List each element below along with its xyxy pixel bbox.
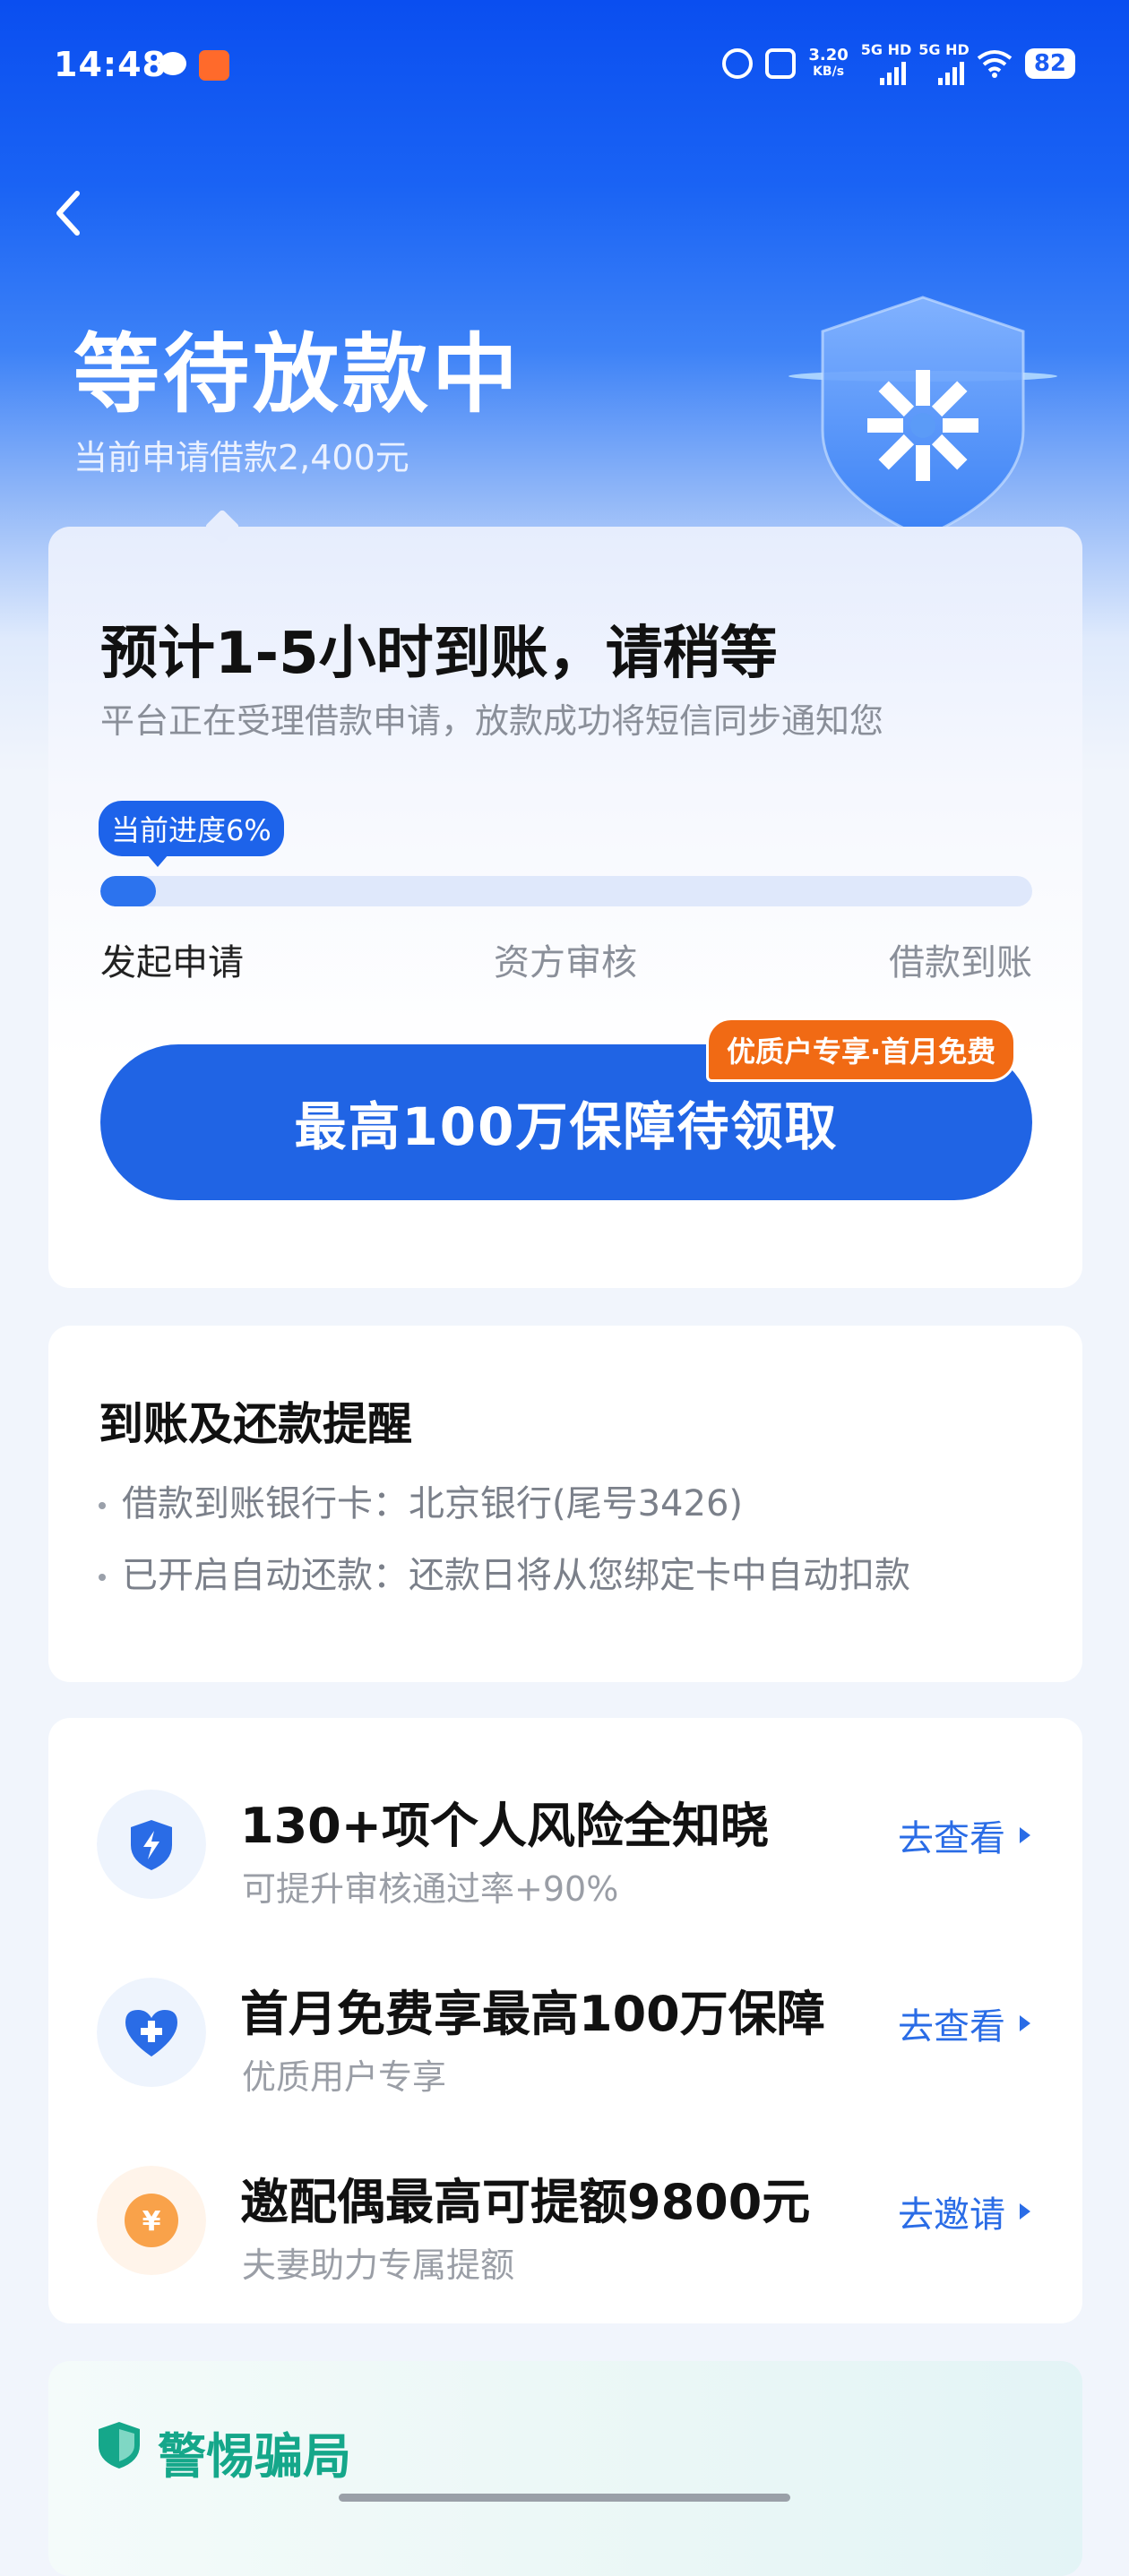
service-subtitle: 夫妻助力专属提额	[242, 2245, 515, 2285]
view-link[interactable]: 去查看	[898, 1809, 1030, 1861]
view-link[interactable]: 去查看	[898, 1997, 1030, 2049]
status-icons: 3.20 KB/s 5G HD 5G HD 82	[722, 41, 1075, 85]
heart-plus-icon	[97, 1978, 206, 2087]
reminder-title: 到账及还款提醒	[99, 1398, 412, 1450]
signal-1-label: 5G HD	[860, 41, 912, 58]
progress-fill	[100, 876, 157, 906]
shield-check-icon	[99, 2422, 140, 2469]
view-link-label: 去查看	[898, 2006, 1005, 2048]
chat-notification-icon	[159, 52, 186, 75]
status-time: 14:48	[54, 45, 167, 84]
invite-link-label: 去邀请	[898, 2194, 1005, 2236]
signal-2-label: 5G HD	[918, 41, 970, 58]
signal-bars-icon	[880, 58, 907, 85]
loan-amount-subtitle: 当前申请借款2,400元	[73, 438, 409, 477]
arrow-right-icon	[1020, 2203, 1030, 2220]
service-row-risk-report[interactable]: 130+项个人风险全知晓 可提升审核通过率+90% 去查看	[48, 1765, 1082, 1944]
signal-2: 5G HD	[918, 41, 970, 85]
mute-icon	[765, 47, 797, 79]
battery-indicator: 82	[1024, 47, 1075, 79]
fraud-warning-card[interactable]: 警惕骗局	[48, 2361, 1082, 2576]
service-subtitle: 优质用户专享	[242, 2057, 447, 2097]
alarm-icon	[722, 47, 754, 79]
signal-bars-icon	[937, 58, 964, 85]
step-arrival: 借款到账	[889, 942, 1032, 983]
reminder-bank-card: 借款到账银行卡：北京银行(尾号3426)	[99, 1474, 743, 1526]
service-subtitle: 可提升审核通过率+90%	[242, 1869, 619, 1909]
net-speed: 3.20 KB/s	[808, 47, 848, 80]
progress-bar	[100, 876, 1032, 906]
service-title: 邀配偶最高可提额9800元	[240, 2174, 811, 2230]
service-row-insurance[interactable]: 首月免费享最高100万保障 优质用户专享 去查看	[48, 1953, 1082, 2132]
reminder-bank-text: 借款到账银行卡：北京银行(尾号3426)	[122, 1483, 744, 1524]
bullet-dot	[99, 1502, 106, 1509]
reminder-auto-repay: 已开启自动还款：还款日将从您绑定卡中自动扣款	[99, 1546, 910, 1598]
shield-logo-icon	[789, 296, 1057, 539]
shield-lightning-icon	[97, 1790, 206, 1899]
progress-card: 预计1-5小时到账，请稍等 平台正在受理借款申请，放款成功将短信同步通知您 当前…	[48, 509, 1082, 1288]
service-row-invite-spouse[interactable]: ¥ 邀配偶最高可提额9800元 夫妻助力专属提额 去邀请	[48, 2141, 1082, 2320]
service-title: 130+项个人风险全知晓	[240, 1798, 769, 1854]
eta-subtitle: 平台正在受理借款申请，放款成功将短信同步通知您	[100, 701, 884, 741]
bullet-dot	[99, 1574, 106, 1581]
arrow-right-icon	[1020, 2015, 1030, 2031]
progress-label: 当前进度6%	[99, 801, 284, 867]
svg-text:¥: ¥	[142, 2206, 161, 2237]
eta-title: 预计1-5小时到账，请稍等	[100, 621, 778, 687]
signal-1: 5G HD	[861, 41, 911, 85]
page-title: 等待放款中	[73, 324, 521, 425]
fraud-warning-title: 警惕骗局	[158, 2428, 351, 2485]
promo-badge: 优质户专享·首月免费	[706, 1018, 1017, 1082]
status-bar: 14:48 3.20 KB/s 5G HD 5G HD 82	[0, 0, 1129, 134]
home-indicator[interactable]	[339, 2494, 790, 2502]
view-link-label: 去查看	[898, 1818, 1005, 1859]
reminder-repay-text: 已开启自动还款：还款日将从您绑定卡中自动扣款	[122, 1555, 910, 1596]
net-speed-unit: KB/s	[813, 64, 845, 79]
back-arrow-icon[interactable]	[50, 188, 90, 238]
invite-link[interactable]: 去邀请	[898, 2185, 1030, 2237]
app-notification-icon	[199, 50, 229, 81]
arrow-right-icon	[1020, 1827, 1030, 1843]
wifi-icon	[977, 49, 1013, 78]
services-card: 130+项个人风险全知晓 可提升审核通过率+90% 去查看 首月免费享最高100…	[48, 1718, 1082, 2323]
yuan-coin-icon: ¥	[97, 2166, 206, 2275]
reminder-card: 到账及还款提醒 借款到账银行卡：北京银行(尾号3426) 已开启自动还款：还款日…	[48, 1326, 1082, 1682]
net-speed-value: 3.20	[808, 45, 849, 64]
service-title: 首月免费享最高100万保障	[240, 1986, 825, 2042]
